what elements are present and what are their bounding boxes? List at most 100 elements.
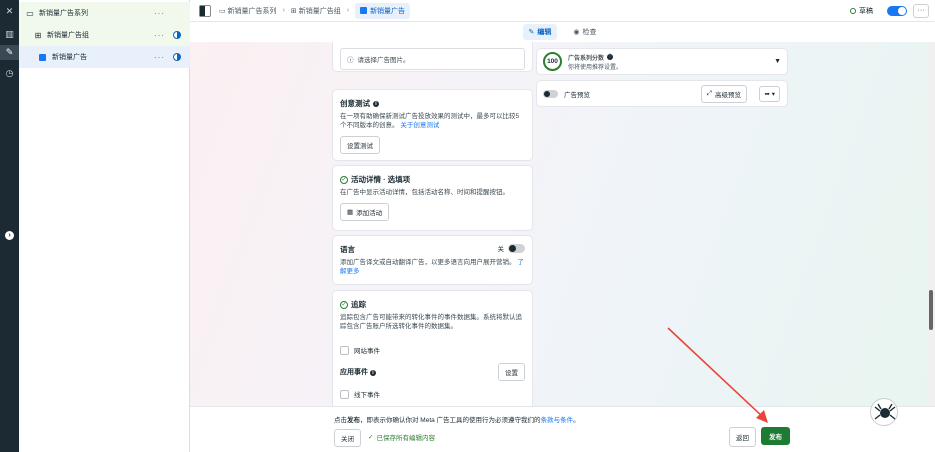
website-events-checkbox[interactable] [340,345,349,355]
close-icon[interactable]: ✕ [0,4,19,19]
main-scrollbar[interactable] [927,42,935,406]
status-ring-icon [850,7,856,14]
creative-test-desc: 在一项有助确保新测试广告投放效果的测试中，最多可以比较5个不同版本的创意。 关于… [340,112,525,130]
website-events-label: 网站事件 [354,348,380,355]
tracking-title: ✓ 追踪 [340,299,525,310]
calendar-icon: ▦ [347,209,354,216]
activity-desc: 在广告中显示活动详情，包括活动名称、时间和提醒按钮。 [340,189,509,196]
chevron-right-icon: › [282,7,285,14]
offline-events-row[interactable]: 线下事件 [340,389,525,399]
activity-title-text: 活动详情 · 选填项 [351,175,411,184]
add-activity-button[interactable]: ▦ 添加活动 [340,203,390,221]
score-text: 广告系列分数 i 你将使用推荐设置。 [568,53,622,71]
language-switch-label: 关 [497,246,505,253]
tracking-desc: 追踪包含广告可能带来的转化事件的事件数据集。系统将默认追踪包含广告账户所选转化事… [340,314,522,330]
language-desc: 添加广告译文或自动翻译广告，以更多语言向用户展开营销。 了解更多 [340,258,525,276]
language-toggle[interactable] [508,243,525,253]
caret-down-icon[interactable]: ▼ [774,58,781,65]
chevron-right-icon: › [346,7,350,14]
publish-button[interactable]: 发布 [761,427,790,445]
creative-test-title-text: 创意测试 [340,99,370,108]
breadcrumb-ad[interactable]: 新销量广告 [355,2,411,19]
language-desc-text: 添加广告译文或自动翻译广告，以更多语言向用户展开营销。 [340,259,516,266]
status-label: 草稿 [859,7,873,15]
image-card: ⓘ 请选择广告图片。 [333,42,532,71]
add-activity-label: 添加活动 [356,210,383,217]
advanced-preview-button[interactable]: ⤢ 高级预览 [700,84,747,103]
back-button[interactable]: 返回 [729,427,756,447]
tab-review-label: 检查 [582,29,597,36]
clock-icon[interactable]: ◷ [0,66,19,81]
app-events-setup-button[interactable]: 设置 [498,363,525,381]
left-rail: ✕ ▥ ✎ ◷ [0,0,19,452]
assistant-avatar[interactable] [870,398,898,426]
tree-item-adset[interactable]: ⊞ 新销量广告组 ··· [19,24,190,46]
saved-status-text: 已保存所有编辑内容 [376,435,435,442]
creative-test-title: 创意测试 i [340,98,525,109]
terms-link[interactable]: 条款与条件 [541,417,574,424]
status-toggle[interactable] [887,5,907,16]
terms-mid: ，即表示你确认你对 Meta 广告工具的使用行为必须遵守我们的 [360,417,541,424]
more-options-button[interactable]: ··· [913,3,929,18]
info-icon[interactable]: i [373,100,379,107]
half-circle-icon[interactable] [173,53,181,61]
top-bar: ▭ 新销量广告系列 › ⊞ 新销量广告组 › 新销量广告 草稿 ··· [190,0,935,22]
info-circle-icon: ⓘ [347,57,354,64]
score-title: 广告系列分数 i [568,53,622,62]
grid-icon: ⊞ [290,7,299,15]
more-icon[interactable]: ··· [154,31,165,40]
creative-test-link[interactable]: 关于创意测试 [400,122,439,129]
check-circle-icon: ✓ [340,300,348,309]
check-circle-icon: ✓ [340,175,348,184]
campaign-tree: ▭ 新销量广告系列 ··· ⊞ 新销量广告组 ··· 新销量广告 ··· [19,0,190,452]
expand-icon: ⤢ [706,89,712,97]
creative-test-card: 创意测试 i 在一项有助确保新测试广告投放效果的测试中，最多可以比较5个不同版本… [333,90,532,160]
bottom-bar: 点击发布，即表示你确认你对 Meta 广告工具的使用行为必须遵守我们的条款与条件… [190,406,935,452]
terms-prefix: 点击 [334,417,347,424]
tree-adset-label: 新销量广告组 [47,32,89,39]
website-events-row[interactable]: 网站事件 [340,345,525,355]
ad-preview-card: 广告预览 ⤢ 高级预览 ➦ ▾ [537,81,787,106]
terms-suffix: 。 [573,417,580,424]
info-icon[interactable]: i [369,370,376,376]
preview-toggle[interactable] [543,89,558,98]
status-indicator: 草稿 [850,5,907,16]
tree-item-campaign[interactable]: ▭ 新销量广告系列 ··· [19,2,190,24]
more-icon[interactable]: ··· [154,53,165,62]
scrollbar-thumb[interactable] [929,290,933,330]
pencil-icon[interactable]: ✎ [0,45,19,60]
campaign-score-card[interactable]: 100 广告系列分数 i 你将使用推荐设置。 ▼ [537,49,787,74]
breadcrumb-adset[interactable]: 新销量广告组 [299,6,341,16]
breadcrumb-campaign[interactable]: 新销量广告系列 [228,6,277,16]
tree-item-ad[interactable]: 新销量广告 ··· [19,46,190,68]
half-circle-icon[interactable] [173,31,181,39]
setup-test-button[interactable]: 设置测试 [340,136,380,154]
language-switch[interactable]: 关 [497,243,525,253]
close-button[interactable]: 关闭 [334,429,361,447]
tree-campaign-label: 新销量广告系列 [39,10,88,17]
more-icon[interactable]: ··· [154,9,165,18]
advanced-preview-label: 高级预览 [715,91,741,99]
share-dropdown-button[interactable]: ➦ ▾ [759,85,780,102]
tab-edit-label: 编辑 [537,29,552,36]
mode-tabs: ✎ 编辑 ◉ 检查 [190,22,935,42]
expand-panel-icon[interactable]: › [5,231,14,240]
score-ring: 100 [543,52,562,71]
folder-icon: ▭ [219,7,228,15]
editor-main: ⓘ 请选择广告图片。 创意测试 i 在一项有助确保新测试广告投放效果的测试中，最… [190,42,927,406]
info-icon[interactable]: i [607,54,614,60]
terms-bold: 发布 [347,417,360,424]
app-events-title: 应用事件 i [340,367,376,377]
tab-review[interactable]: ◉ 检查 [567,24,602,40]
terms-text: 点击发布，即表示你确认你对 Meta 广告工具的使用行为必须遵守我们的条款与条件… [334,414,580,424]
tab-edit[interactable]: ✎ 编辑 [522,24,558,40]
offline-events-checkbox[interactable] [340,389,349,399]
ad-square-icon [360,7,368,14]
tree-ad-label: 新销量广告 [52,54,87,61]
checkmark-icon: ✓ [368,434,374,441]
chart-icon[interactable]: ▥ [0,27,19,42]
panel-toggle-icon[interactable] [199,4,211,17]
app-events-row: 应用事件 i 设置 [340,363,525,381]
spider-logo-icon [874,403,896,420]
language-card: 语言 关 添加广告译文或自动翻译广告，以更多语言向用户展开营销。 了解更多 [333,236,532,284]
